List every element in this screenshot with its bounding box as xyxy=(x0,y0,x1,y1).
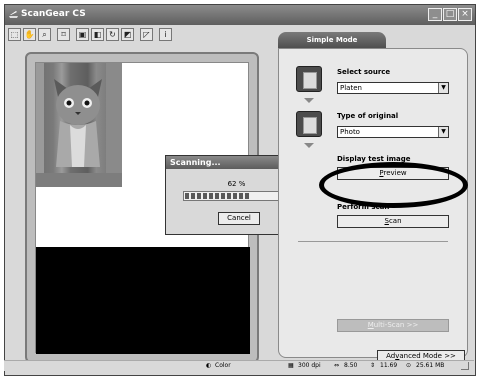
fit-tool-icon[interactable]: ⌑ xyxy=(57,28,70,41)
width-icon: ⇔ xyxy=(334,362,340,369)
close-button[interactable]: × xyxy=(458,8,472,21)
resolution-icon: ▦ xyxy=(288,362,294,369)
auto-crop-icon[interactable]: ▣ xyxy=(76,28,89,41)
toolbar: ⬚ ✋ ⌕ ⌑ ▣ ◧ ↻ ◩ ◸ i xyxy=(5,25,275,46)
select-source-icon xyxy=(296,66,322,92)
unscanned-dark-region xyxy=(36,247,250,354)
multi-scan-label: ulti-Scan >> xyxy=(373,321,419,329)
rotate-icon[interactable]: ↻ xyxy=(106,28,119,41)
cat-image xyxy=(54,79,102,167)
color-mode-value: Color xyxy=(215,362,231,369)
height-value: 11.69 xyxy=(380,362,398,369)
zoom-tool-icon[interactable]: ⌕ xyxy=(38,28,51,41)
minimize-button[interactable]: _ xyxy=(428,8,442,21)
maximize-button[interactable]: □ xyxy=(443,8,457,21)
select-source-dropdown[interactable]: Platen ▼ xyxy=(337,82,449,94)
color-mode-icon: ◐ xyxy=(206,362,212,369)
chevron-down-icon[interactable]: ▼ xyxy=(438,83,448,93)
cancel-button[interactable]: Cancel xyxy=(218,212,260,225)
mirror-icon[interactable]: ◧ xyxy=(91,28,104,41)
hand-tool-icon[interactable]: ✋ xyxy=(23,28,36,41)
highlight-oval xyxy=(319,162,468,208)
type-of-original-dropdown[interactable]: Photo ▼ xyxy=(337,126,449,138)
select-source-value: Platen xyxy=(340,84,362,92)
invert-icon[interactable]: ◩ xyxy=(121,28,134,41)
tab-simple-mode[interactable]: Simple Mode xyxy=(278,32,386,48)
crop-tool-icon[interactable]: ⬚ xyxy=(8,28,21,41)
cat-photo xyxy=(36,63,122,187)
type-of-original-value: Photo xyxy=(340,128,360,136)
file-size-icon: ⊙ xyxy=(406,362,412,369)
type-of-original-label: Type of original xyxy=(337,112,399,120)
advanced-mode-label-a: Ad xyxy=(386,352,396,360)
scanner-app-icon xyxy=(9,11,18,18)
multi-scan-button[interactable]: Multi-Scan >> xyxy=(337,319,449,332)
progress-fill xyxy=(185,193,251,199)
scan-button[interactable]: Scan xyxy=(337,215,449,228)
title-bar: ScanGear CS _ □ × xyxy=(5,5,475,25)
select-source-label: Select source xyxy=(337,68,391,76)
advanced-mode-label-b: anced Mode >> xyxy=(399,352,456,360)
height-icon: ⇕ xyxy=(370,362,376,369)
type-of-original-icon xyxy=(296,111,322,137)
file-size-value: 25.61 MB xyxy=(416,362,445,369)
step-arrow-icon xyxy=(304,98,314,103)
scan-button-label: can xyxy=(388,217,402,225)
step-arrow-icon xyxy=(304,143,314,148)
thumbnail-view-icon[interactable]: ◸ xyxy=(140,28,153,41)
info-icon[interactable]: i xyxy=(159,28,172,41)
width-value: 8.50 xyxy=(344,362,358,369)
chevron-down-icon[interactable]: ▼ xyxy=(438,127,448,137)
status-bar: ◐ Color ▦ 300 dpi ⇔ 8.50 ⇕ 11.69 ⊙ 25.61… xyxy=(4,360,474,371)
window-title: ScanGear CS xyxy=(21,9,86,19)
resize-grip-icon[interactable] xyxy=(461,362,469,370)
panel-divider xyxy=(298,241,448,242)
resolution-value: 300 dpi xyxy=(298,362,321,369)
